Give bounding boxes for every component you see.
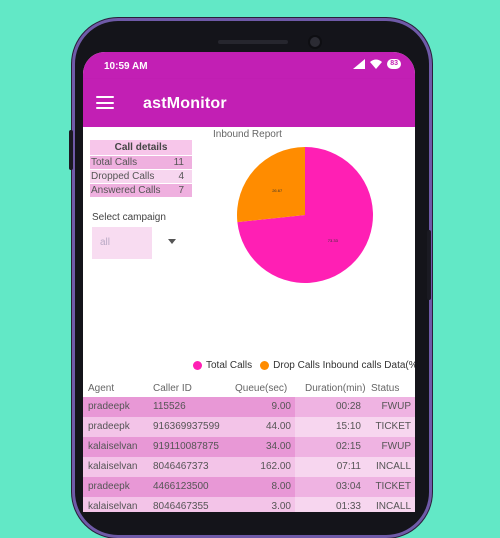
status-time: 10:59 AM: [104, 61, 148, 72]
header-duration: Duration(min): [305, 382, 366, 394]
call-details-row: Answered Calls 7: [90, 183, 192, 197]
call-details-panel: Call details Total Calls 11 Dropped Calls…: [90, 140, 192, 197]
cell-queue: 3.00: [225, 497, 295, 512]
status-bar: 10:59 AM 83: [83, 52, 415, 79]
dropdown-arrow-icon[interactable]: [168, 239, 176, 244]
phone-screen: 10:59 AM 83 astMonitor Call details Tota…: [83, 52, 415, 512]
cell-queue: 9.00: [225, 397, 295, 417]
table-row[interactable]: pradeepk 916369937599 44.00 15:10 TICKET: [83, 417, 415, 437]
call-details-row: Dropped Calls 4: [90, 169, 192, 183]
pie-slice-label: 73.33: [328, 238, 339, 243]
table-body: pradeepk 115526 9.00 00:28 FWUP pradeepk 91636…: [83, 397, 415, 512]
cell-agent: pradeepk: [83, 417, 145, 437]
call-details-value: 7: [178, 185, 184, 196]
legend-swatch-drop: [260, 361, 270, 370]
earpiece-speaker: [218, 40, 288, 44]
call-details-value: 11: [173, 157, 184, 168]
cell-agent: pradeepk: [83, 397, 145, 417]
cell-queue: 8.00: [225, 477, 295, 497]
call-details-value: 4: [178, 171, 184, 182]
cell-caller-id: 919110087875: [145, 437, 225, 457]
legend-item-drop: Drop Calls Inbound calls Data(%: [273, 360, 415, 371]
pie-slice-drop-calls: [237, 147, 305, 223]
table-header: Agent Caller ID Queue(sec) Duration(min)…: [83, 379, 415, 397]
hamburger-menu-icon[interactable]: [96, 96, 114, 109]
power-button: [427, 230, 431, 300]
pie-slice-label: 26.67: [272, 188, 283, 193]
cell-duration: 07:11: [295, 457, 365, 477]
signal-icon: [353, 59, 366, 69]
cell-agent: kalaiselvan: [83, 457, 145, 477]
cell-duration: 15:10: [295, 417, 365, 437]
cell-caller-id: 4466123500: [145, 477, 225, 497]
calls-table: Agent Caller ID Queue(sec) Duration(min)…: [83, 379, 415, 512]
legend-item-total: Total Calls: [206, 360, 253, 371]
chart-legend: Total Calls Drop Calls Inbound calls Dat…: [193, 360, 415, 371]
legend-swatch-total: [193, 361, 202, 370]
call-details-label: Answered Calls: [91, 185, 161, 196]
campaign-label: Select campaign: [92, 212, 166, 223]
cell-agent: kalaiselvan: [83, 437, 145, 457]
call-details-header: Call details: [90, 140, 192, 155]
cell-status: INCALL: [365, 497, 415, 512]
cell-status: FWUP: [365, 437, 415, 457]
table-row[interactable]: kalaiselvan 8046467373 162.00 07:11 INCALL: [83, 457, 415, 477]
cell-duration: 03:04: [295, 477, 365, 497]
campaign-select[interactable]: all: [92, 227, 152, 259]
cell-agent: kalaiselvan: [83, 497, 145, 512]
app-bar: astMonitor: [83, 79, 415, 127]
table-row[interactable]: pradeepk 115526 9.00 00:28 FWUP: [83, 397, 415, 417]
call-details-label: Dropped Calls: [91, 171, 155, 182]
cell-caller-id: 8046467373: [145, 457, 225, 477]
cell-queue: 34.00: [225, 437, 295, 457]
volume-button: [69, 130, 73, 170]
header-caller-id: Caller ID: [153, 382, 192, 394]
table-row[interactable]: kalaiselvan 8046467355 3.00 01:33 INCALL: [83, 497, 415, 512]
header-queue: Queue(sec): [235, 382, 288, 394]
cell-queue: 162.00: [225, 457, 295, 477]
cell-status: TICKET: [365, 477, 415, 497]
cell-caller-id: 115526: [145, 397, 225, 417]
cell-caller-id: 916369937599: [145, 417, 225, 437]
cell-status: TICKET: [365, 417, 415, 437]
cell-status: INCALL: [365, 457, 415, 477]
cell-duration: 00:28: [295, 397, 365, 417]
cell-duration: 01:33: [295, 497, 365, 512]
call-details-row: Total Calls 11: [90, 155, 192, 169]
inbound-pie-chart: 73.33 26.67: [237, 147, 373, 283]
header-agent: Agent: [88, 382, 115, 394]
cell-caller-id: 8046467355: [145, 497, 225, 512]
header-status: Status: [371, 382, 400, 394]
battery-icon: 83: [387, 59, 401, 69]
cell-queue: 44.00: [225, 417, 295, 437]
table-row[interactable]: pradeepk 4466123500 8.00 03:04 TICKET: [83, 477, 415, 497]
cell-duration: 02:15: [295, 437, 365, 457]
wifi-icon: [370, 59, 383, 69]
dashboard-content: Call details Total Calls 11 Dropped Calls…: [83, 127, 415, 512]
app-title: astMonitor: [143, 95, 227, 112]
campaign-select-value: all: [100, 237, 111, 248]
table-row[interactable]: kalaiselvan 919110087875 34.00 02:15 FWUP: [83, 437, 415, 457]
front-camera: [310, 37, 320, 47]
chart-title: Inbound Report: [213, 129, 282, 140]
call-details-label: Total Calls: [91, 157, 138, 168]
cell-agent: pradeepk: [83, 477, 145, 497]
cell-status: FWUP: [365, 397, 415, 417]
